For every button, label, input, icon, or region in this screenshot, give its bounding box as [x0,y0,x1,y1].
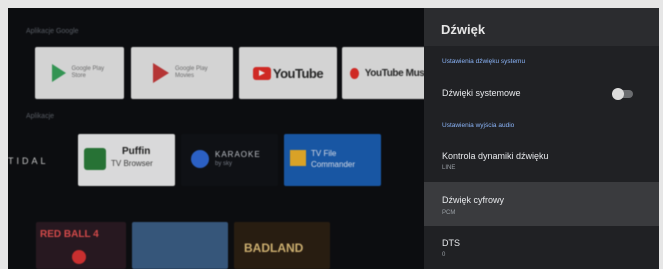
sound-settings-panel: Dźwięk Ustawienia dźwięku systemu Dźwięk… [424,8,659,269]
system-sounds-toggle[interactable] [612,88,633,100]
section-audio-output: Ustawienia wyjścia audio [442,122,515,129]
game-title: RED BALL 4 [40,229,99,240]
google-play-icon [51,64,66,82]
home-screen-background: Aplikacje Google Google Play Store Googl… [8,8,432,269]
setting-title: Kontrola dynamiki dźwięku [442,151,549,161]
karaoke-icon [191,150,209,168]
toggle-knob [612,88,624,100]
tvfile-subtitle: Commander [311,160,356,169]
folder-icon [290,150,306,166]
tvfile-title: TV File [311,149,337,158]
youtube-music-icon [350,67,359,79]
puffin-subtitle: TV Browser [111,159,153,168]
tile-tv-file-commander[interactable]: TV File Commander [284,134,381,186]
tile-game-badland[interactable]: BADLAND [234,222,330,269]
setting-value: LINE [442,165,456,171]
tile-label: Google Play Store [71,65,105,79]
youtube-wordmark: YouTube [272,65,324,81]
youtube-play-icon [252,66,271,80]
tile-google-play-store[interactable]: Google Play Store [35,47,124,99]
google-play-movies-icon [153,63,169,83]
tile-game-red-ball[interactable]: RED BALL 4 [36,222,126,269]
panel-title: Dźwięk [441,22,486,37]
setting-dynamic-range-control[interactable]: Kontrola dynamiki dźwięku LINE [424,143,659,181]
tile-label: Google Play Movies [175,65,208,79]
section-system-sound: Ustawienia dźwięku systemu [442,58,526,65]
setting-title: Dźwięki systemowe [442,88,521,98]
youtube-music-wordmark: YouTube Music [364,67,433,79]
row-label-apps: Aplikacje [26,113,55,120]
tile-youtube-music[interactable]: YouTube Music [342,47,432,99]
tile-youtube[interactable]: YouTube [239,47,337,99]
setting-system-sounds[interactable]: Dźwięki systemowe [424,80,659,104]
red-ball-icon [72,250,86,264]
game-title: BADLAND [244,241,304,255]
youtube-logo: YouTube [252,65,324,81]
row-label-google-apps: Aplikacje Google [26,28,79,35]
setting-dts[interactable]: DTS 0 [424,230,659,269]
tile-puffin[interactable]: Puffin TV Browser [78,134,175,186]
setting-value: PCM [442,210,456,216]
karaoke-title: KARAOKE [215,150,261,159]
tile-tidal[interactable]: TIDAL [8,134,72,186]
puffin-title: Puffin [122,146,151,157]
tile-google-play-movies[interactable]: Google Play Movies [131,47,233,99]
tile-karaoke[interactable]: KARAOKE by sky [181,134,278,186]
setting-value: 0 [442,252,446,258]
setting-title: Dźwięk cyfrowy [442,195,505,205]
setting-digital-audio[interactable]: Dźwięk cyfrowy PCM [424,182,659,226]
tile-game-2[interactable] [132,222,228,269]
tidal-wordmark: TIDAL [8,156,49,166]
puffin-icon [84,148,106,170]
karaoke-subtitle: by sky [215,161,233,167]
setting-title: DTS [442,238,460,248]
